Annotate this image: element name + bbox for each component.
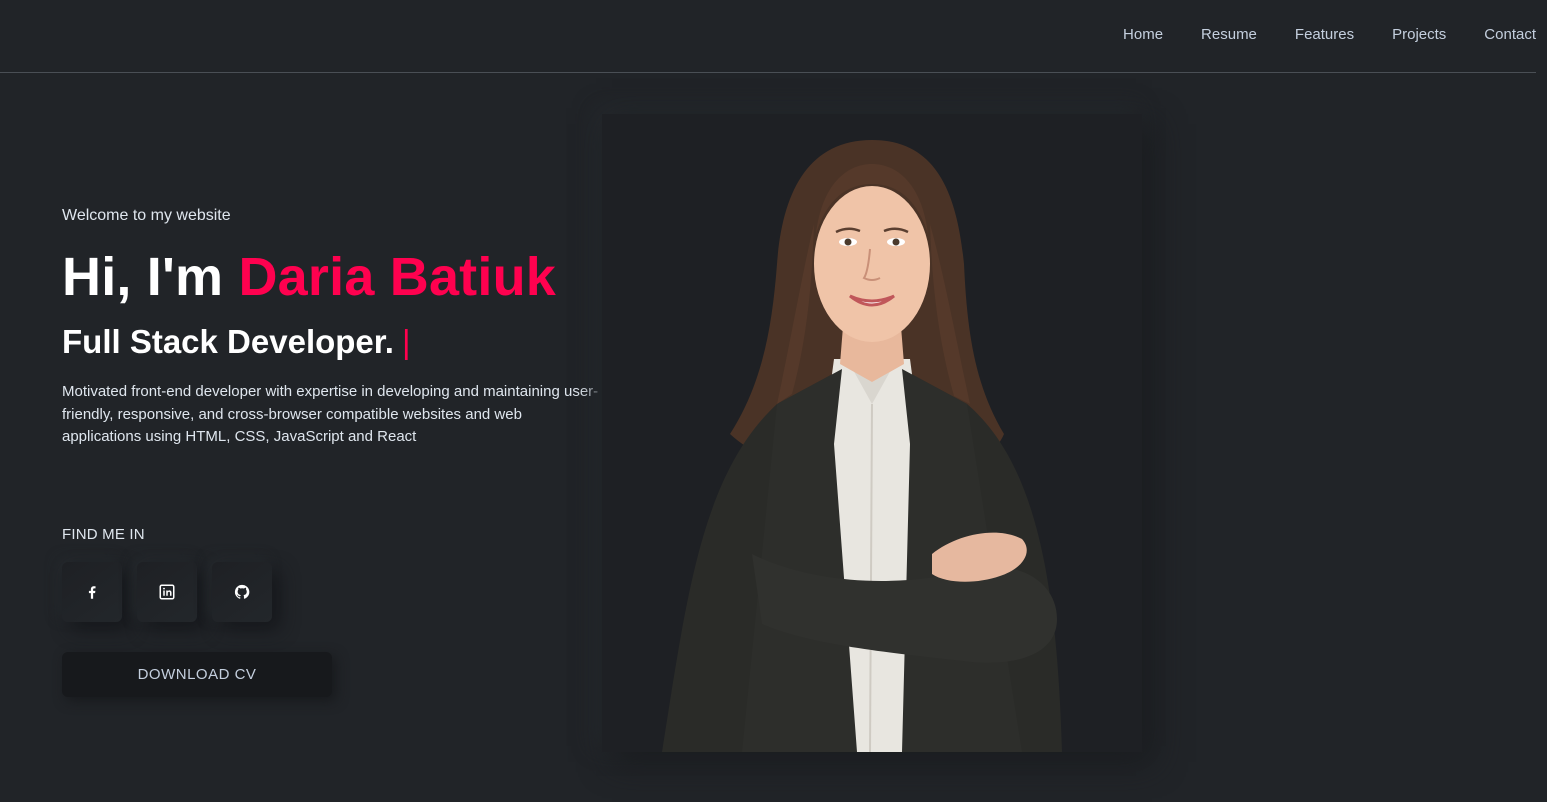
hero-role: Full Stack Developer. | xyxy=(62,323,411,361)
page: Home Resume Features Projects Contact We… xyxy=(0,0,1547,802)
typing-cursor: | xyxy=(401,323,411,360)
nav-contact[interactable]: Contact xyxy=(1484,25,1536,45)
nav-features[interactable]: Features xyxy=(1295,25,1354,45)
facebook-icon xyxy=(88,586,96,599)
find-me-label: FIND ME IN xyxy=(62,526,145,543)
facebook-button[interactable] xyxy=(62,562,122,622)
social-links xyxy=(62,562,272,622)
nav-home[interactable]: Home xyxy=(1123,25,1163,45)
download-cv-button[interactable]: DOWNLOAD CV xyxy=(62,652,332,697)
hero-description: Motivated front-end developer with exper… xyxy=(62,383,599,445)
hero-name: Daria Batiuk xyxy=(238,247,556,307)
nav-projects[interactable]: Projects xyxy=(1392,25,1446,45)
portrait-image xyxy=(662,140,1062,752)
greeting-text: Hi, I'm xyxy=(62,247,239,307)
welcome-text: Welcome to my website xyxy=(62,207,231,224)
hero-headline: Hi, I'm Daria Batiuk xyxy=(62,246,556,308)
linkedin-icon xyxy=(159,584,175,600)
nav-resume[interactable]: Resume xyxy=(1201,25,1257,45)
github-button[interactable] xyxy=(212,562,272,622)
main-nav: Home Resume Features Projects Contact xyxy=(1085,25,1536,45)
site-header: Home Resume Features Projects Contact xyxy=(0,0,1536,73)
role-text: Full Stack Developer. xyxy=(62,323,394,360)
linkedin-button[interactable] xyxy=(137,562,197,622)
portrait-frame xyxy=(602,114,1142,752)
github-icon xyxy=(234,584,250,599)
